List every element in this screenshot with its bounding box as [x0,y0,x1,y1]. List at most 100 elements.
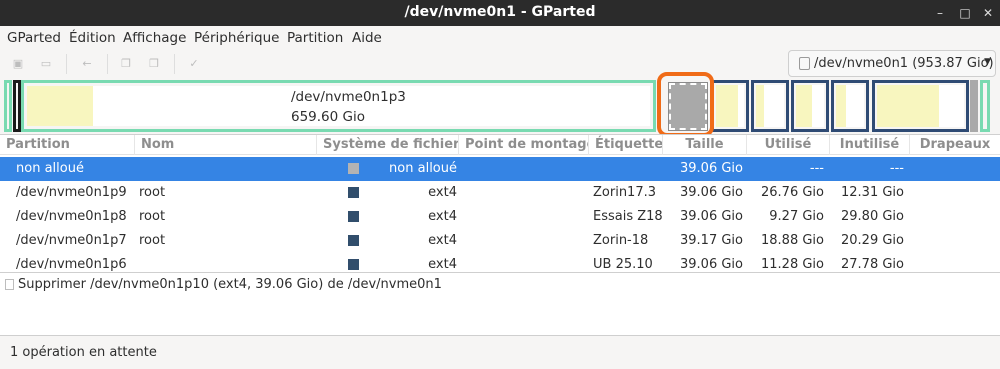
partition-segment-fill [756,85,784,127]
toolbar-separator [107,54,108,74]
partition-map-name: /dev/nvme0n1p3 [291,89,406,105]
cell-used: 18.88 Gio [761,233,824,248]
partition-segment-fill [796,85,824,127]
column-point-montage[interactable]: Point de montage [459,135,589,155]
maximize-icon[interactable]: □ [955,3,975,23]
partition-map-size: 659.60 Gio [291,109,365,125]
cell-fs: ext4 [428,257,457,272]
column-utilise[interactable]: Utilisé [747,135,830,155]
operation-item[interactable]: Supprimer /dev/nvme0n1p10 (ext4, 39.06 G… [18,277,442,292]
partition-segment[interactable] [751,80,789,132]
cell-fs: ext4 [428,233,457,248]
delete-operation-icon [5,279,14,290]
partition-map [2,80,998,132]
column-taille[interactable]: Taille [663,135,747,155]
close-icon[interactable]: ✕ [978,3,998,23]
unallocated-segment[interactable] [970,80,978,132]
fs-color-swatch [348,211,359,222]
cell-fs: ext4 [428,209,457,224]
chevron-down-icon: ▼ [984,57,991,67]
resize-move-icon[interactable]: ← [79,56,95,72]
cell-label: Zorin17.3 [593,185,657,200]
annotation-highlight [657,72,714,137]
paste-icon[interactable]: ❒ [146,56,162,72]
partition-segment[interactable] [980,80,990,132]
copy-icon[interactable]: ❐ [118,56,134,72]
fs-color-swatch [348,235,359,246]
cell-unused: 29.80 Gio [841,209,904,224]
delete-partition-icon[interactable]: ▭ [38,56,54,72]
device-selector-label: /dev/nvme0n1 (953.87 Gio) [814,56,994,71]
cell-label: UB 25.10 [593,257,653,272]
cell-size: 39.17 Gio [680,233,743,248]
cell-partition: /dev/nvme0n1p7 [16,233,127,248]
cell-size: 39.06 Gio [680,209,743,224]
cell-fs: ext4 [428,185,457,200]
menu-affichage[interactable]: Affichage [123,30,186,46]
gparted-window: /dev/nvme0n1 - GParted – □ ✕ GParted Édi… [0,0,1000,369]
cell-partition: /dev/nvme0n1p9 [16,185,127,200]
cell-used: 26.76 Gio [761,185,824,200]
menu-gparted[interactable]: GParted [7,30,61,46]
cell-fs: non alloué [389,161,457,176]
table-row[interactable]: /dev/nvme0n1p9 root ext4 Zorin17.3 39.06… [0,181,1000,205]
cell-used: 9.27 Gio [769,209,824,224]
cell-used: 11.28 Gio [761,257,824,272]
device-selector[interactable]: /dev/nvme0n1 (953.87 Gio) ▼ [788,50,996,77]
cell-name: root [139,233,166,248]
cell-partition: non alloué [16,161,84,176]
partition-segment-fill [716,85,744,127]
column-inutilise[interactable]: Inutilisé [830,135,910,155]
cell-unused: --- [889,161,904,176]
partition-segment[interactable] [711,80,749,132]
pending-operations-pane: Supprimer /dev/nvme0n1p10 (ext4, 39.06 G… [0,272,1000,336]
cell-name: root [139,185,166,200]
menu-peripherique[interactable]: Périphérique [194,30,279,46]
fs-color-swatch [348,163,359,174]
partition-segment-fill [877,85,964,127]
cell-label: Essais Z18 [593,209,663,224]
menu-bar: GParted Édition Affichage Périphérique P… [0,26,1000,50]
table-row-selected[interactable]: non alloué non alloué 39.06 Gio --- --- [0,157,1000,181]
toolbar-separator [174,54,175,74]
cell-unused: 27.78 Gio [841,257,904,272]
new-partition-icon[interactable]: ▣ [10,56,26,72]
cell-size: 39.06 Gio [680,185,743,200]
table-row[interactable]: /dev/nvme0n1p8 root ext4 Essais Z18 39.0… [0,205,1000,229]
partition-segment[interactable] [13,80,21,132]
cell-size: 39.06 Gio [680,257,743,272]
minimize-icon[interactable]: – [930,3,950,23]
apply-icon[interactable]: ✓ [186,56,202,72]
column-systeme-fichiers[interactable]: Système de fichiers [317,135,459,155]
title-bar: /dev/nvme0n1 - GParted – □ ✕ [0,0,1000,26]
menu-partition[interactable]: Partition [287,30,343,46]
partition-segment-fill [836,85,864,127]
cell-size: 39.06 Gio [680,161,743,176]
column-drapeaux[interactable]: Drapeaux [910,135,1000,155]
window-title: /dev/nvme0n1 - GParted [404,4,596,20]
table-row[interactable]: /dev/nvme0n1p7 root ext4 Zorin-18 39.17 … [0,229,1000,253]
cell-used: --- [809,161,824,176]
partition-table: Partition Nom Système de fichiers Point … [0,134,1000,272]
column-nom[interactable]: Nom [135,135,317,155]
status-bar-text: 1 opération en attente [10,345,157,360]
table-header: Partition Nom Système de fichiers Point … [0,135,1000,155]
partition-segment[interactable] [831,80,869,132]
partition-segment[interactable] [4,80,12,132]
disk-icon [799,57,810,70]
partition-segment[interactable] [791,80,829,132]
cell-name: root [139,209,166,224]
table-row[interactable]: /dev/nvme0n1p6 ext4 UB 25.10 39.06 Gio 1… [0,253,1000,273]
fs-color-swatch [348,187,359,198]
cell-unused: 20.29 Gio [841,233,904,248]
cell-partition: /dev/nvme0n1p8 [16,209,127,224]
menu-edition[interactable]: Édition [69,30,116,46]
cell-partition: /dev/nvme0n1p6 [16,257,127,272]
partition-segment[interactable] [872,80,969,132]
menu-aide[interactable]: Aide [352,30,382,46]
toolbar-separator [66,54,67,74]
column-etiquette[interactable]: Étiquette [589,135,663,155]
fs-color-swatch [348,259,359,270]
column-partition[interactable]: Partition [0,135,135,155]
cell-label: Zorin-18 [593,233,649,248]
